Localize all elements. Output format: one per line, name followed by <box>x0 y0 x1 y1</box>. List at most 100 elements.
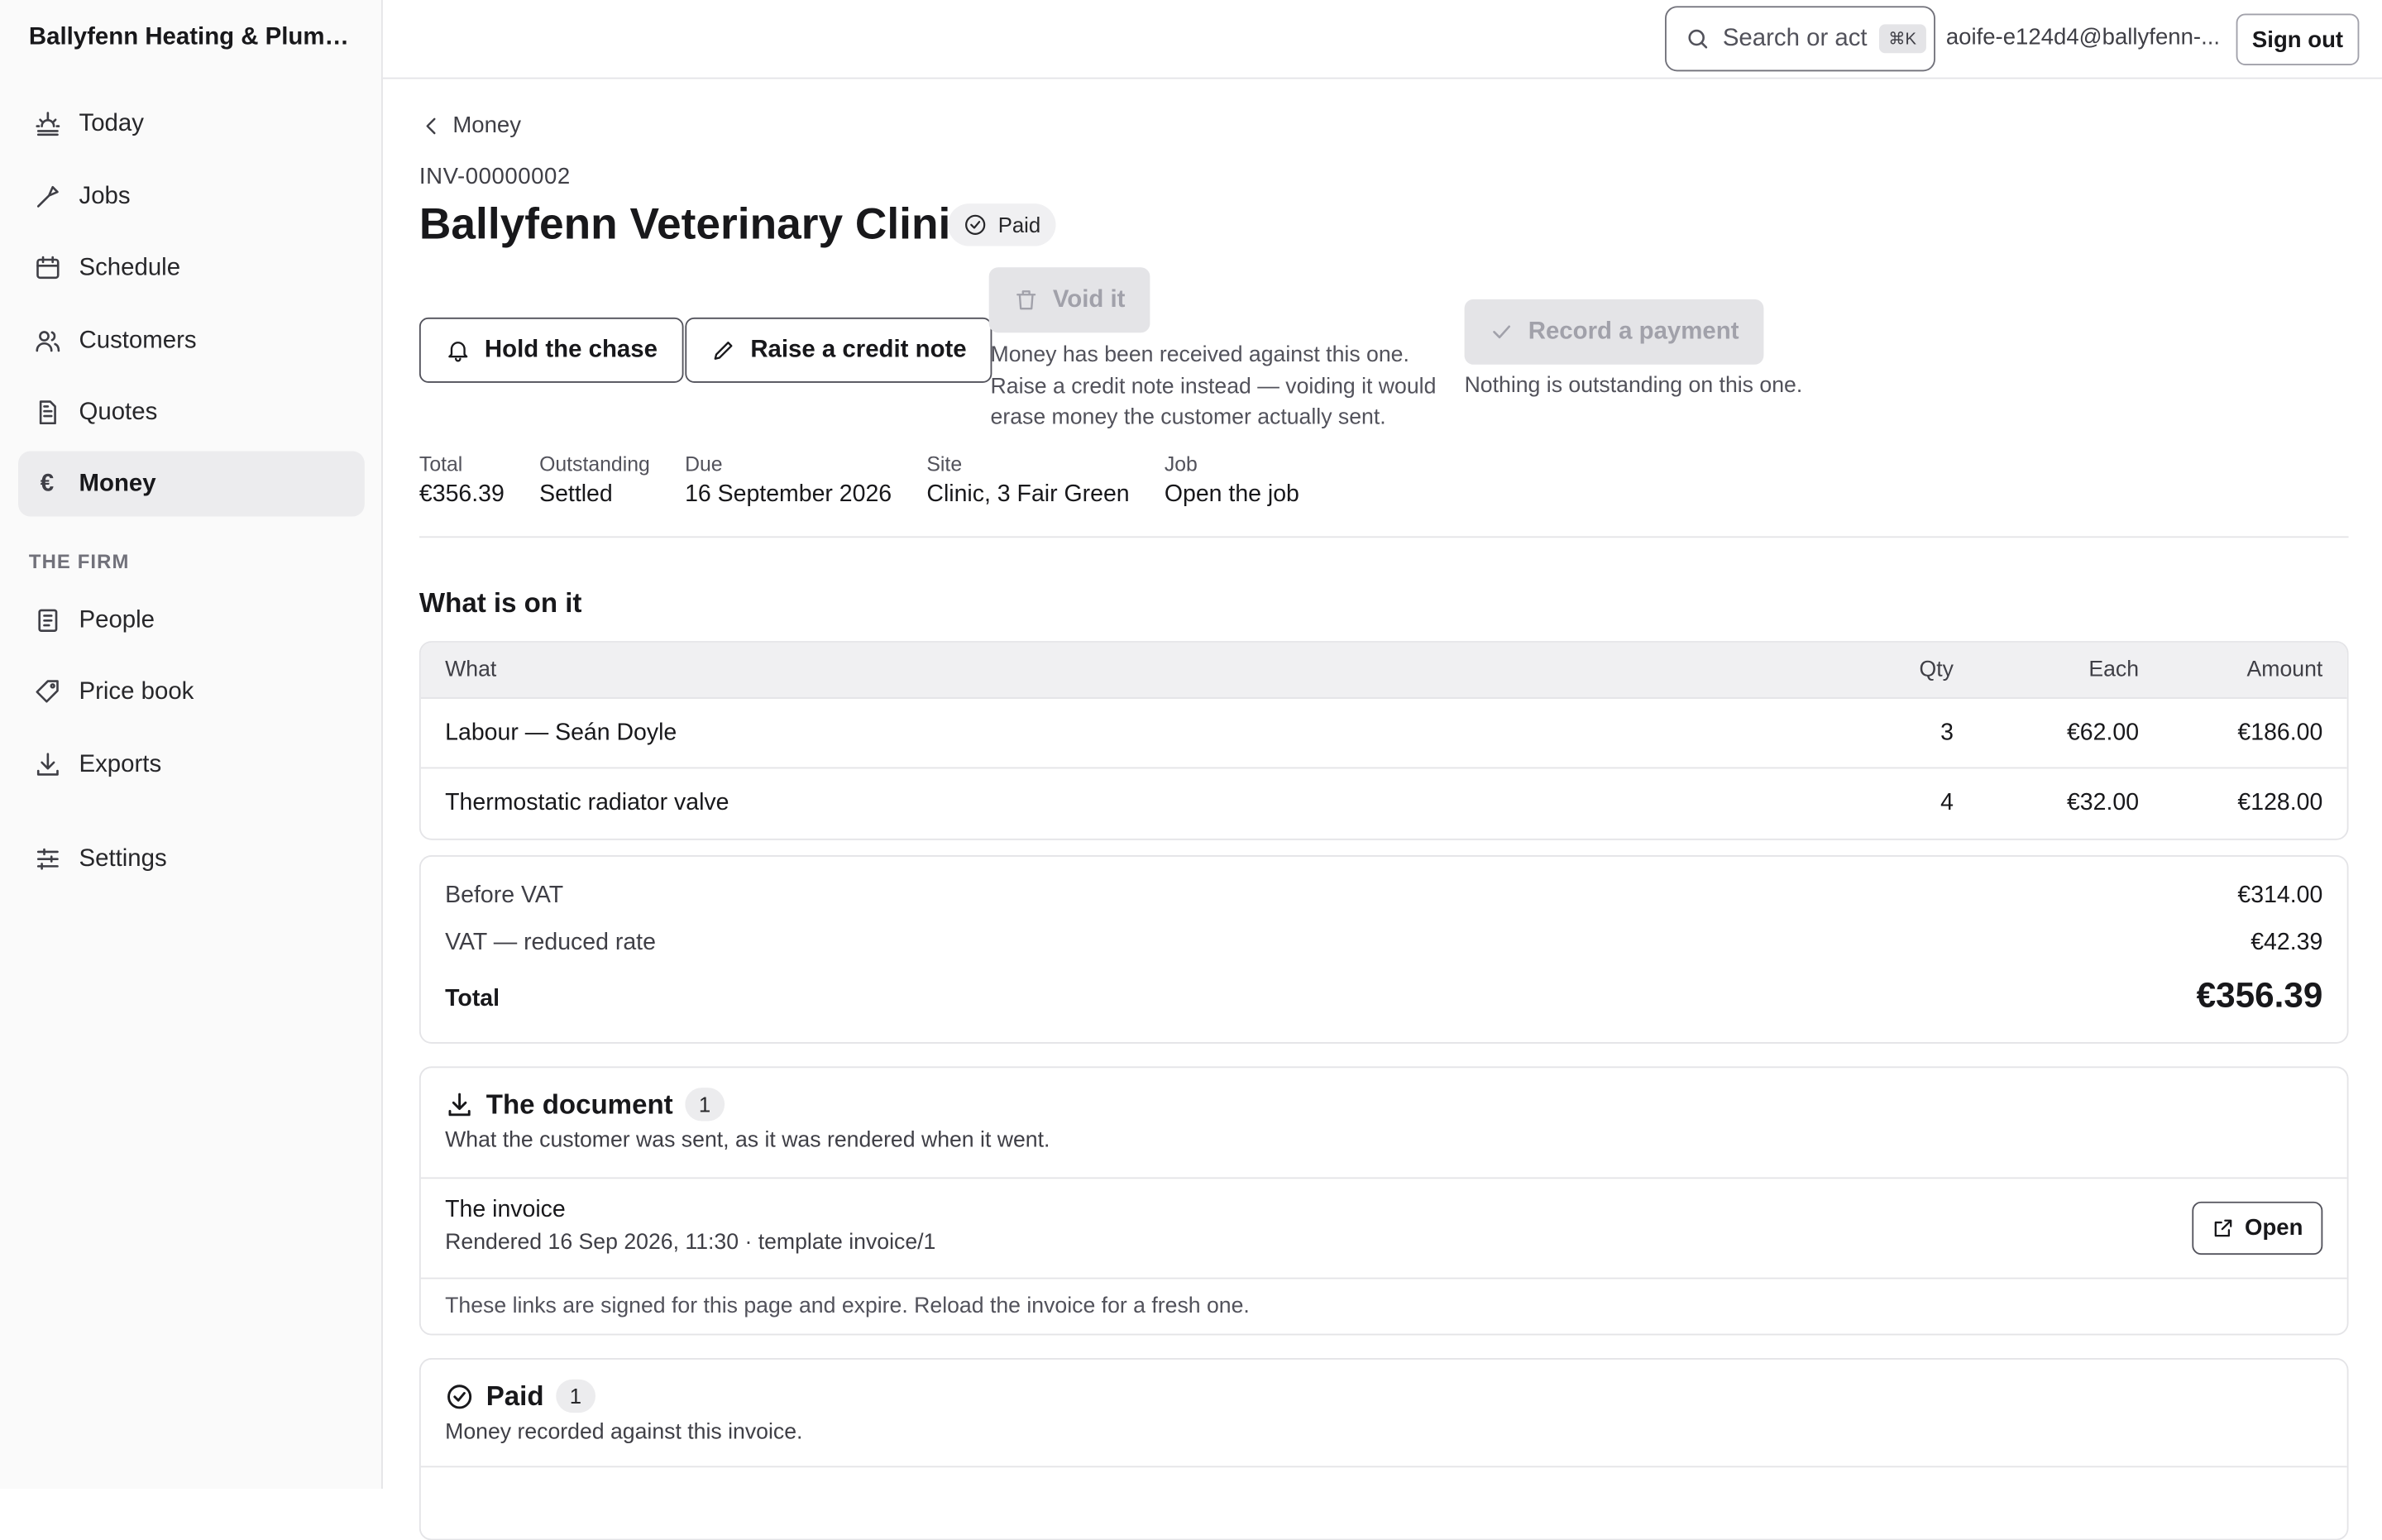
notebook-icon <box>32 605 63 636</box>
sidebar-item-label: Customers <box>79 327 197 354</box>
record-payment-label: Record a payment <box>1528 318 1739 345</box>
meta-site: Site Clinic, 3 Fair Green <box>926 452 1129 509</box>
sidebar-item-label: Exports <box>79 751 162 777</box>
void-label: Void it <box>1052 286 1126 313</box>
void-help-line: Money has been received against this one… <box>990 343 1409 368</box>
section-label-firm: THE FIRM <box>28 549 130 573</box>
hold-chase-label: Hold the chase <box>484 336 658 363</box>
cell-qty: 3 <box>1940 719 1954 745</box>
count-badge: 1 <box>685 1088 725 1122</box>
euro-icon: € <box>40 470 55 496</box>
download-icon <box>448 1092 471 1116</box>
grand-total-label: Total <box>445 986 500 1012</box>
calendar-icon <box>32 253 63 284</box>
cell-what: Thermostatic radiator valve <box>445 790 729 816</box>
meta-label: Due <box>685 452 723 476</box>
search-shortcut: ⌘K <box>1879 24 1926 54</box>
sidebar-item-schedule[interactable]: Schedule <box>18 236 365 301</box>
void-help-text: Money has been received against this one… <box>991 340 1437 433</box>
invoice-number: INV-00000002 <box>419 164 571 190</box>
sidebar-item-exports[interactable]: Exports <box>18 732 365 797</box>
document-card-title: The document <box>485 1088 673 1119</box>
sidebar-item-label: People <box>79 606 155 633</box>
count-badge: 1 <box>556 1379 596 1413</box>
cell-what: Labour — Seán Doyle <box>445 719 677 745</box>
sidebar-item-label: Price book <box>79 678 194 705</box>
sidebar-item-customers[interactable]: Customers <box>18 308 365 374</box>
vat-value: €42.39 <box>2250 930 2323 956</box>
status-badge: Paid <box>948 203 1056 246</box>
meta-total: Total €356.39 <box>419 452 505 509</box>
paid-card-subtitle: Money recorded against this invoice. <box>445 1420 803 1445</box>
cell-each: €62.00 <box>2066 719 2140 745</box>
back-link[interactable]: Money <box>419 112 521 138</box>
users-icon <box>32 326 63 356</box>
before-vat-value: €314.00 <box>2237 882 2323 909</box>
cell-amount: €128.00 <box>2237 790 2323 816</box>
sign-out-button[interactable]: Sign out <box>2236 13 2360 65</box>
document-icon <box>32 397 63 428</box>
document-item-title: The invoice <box>445 1197 566 1223</box>
table-header: What Qty Each Amount <box>420 642 2347 699</box>
vat-label: VAT — reduced rate <box>445 930 656 956</box>
open-document-button[interactable]: Open <box>2191 1201 2323 1255</box>
paid-card: Paid 1 Money recorded against this invoi… <box>419 1358 2349 1540</box>
document-footnote: These links are signed for this page and… <box>445 1294 1250 1319</box>
divider <box>420 1466 2347 1468</box>
sliders-icon <box>32 844 63 874</box>
sidebar-item-label: Money <box>79 470 156 496</box>
meta-value: €356.39 <box>419 481 505 508</box>
sidebar: Ballyfenn Heating & Plumbi... Today Jobs… <box>0 0 383 1489</box>
meta-job: Job Open the job <box>1165 452 1299 509</box>
void-button[interactable]: Void it <box>988 267 1150 333</box>
sidebar-item-label: Today <box>79 110 144 136</box>
sidebar-item-settings[interactable]: Settings <box>18 826 365 892</box>
tag-icon <box>32 677 63 707</box>
totals-card: Before VAT €314.00 VAT — reduced rate €4… <box>419 855 2349 1044</box>
chevron-left-icon <box>426 117 436 134</box>
meta-due: Due 16 September 2026 <box>685 452 892 509</box>
check-circle-icon <box>965 214 986 235</box>
divider <box>420 1277 2347 1279</box>
sidebar-item-quotes[interactable]: Quotes <box>18 380 365 445</box>
column-header-amount: Amount <box>2246 658 2323 682</box>
cell-amount: €186.00 <box>2237 719 2323 745</box>
cell-each: €32.00 <box>2066 790 2140 816</box>
invoice-meta: Total €356.39 Outstanding Settled Due 16… <box>419 452 1334 509</box>
status-badge-label: Paid <box>997 213 1041 237</box>
paid-card-title: Paid <box>485 1380 544 1411</box>
void-help-line: Raise a credit note instead — voiding it… <box>990 374 1437 399</box>
sidebar-item-today[interactable]: Today <box>18 91 365 156</box>
sidebar-item-label: Schedule <box>79 254 181 280</box>
record-payment-help: Nothing is outstanding on this one. <box>1464 373 1803 399</box>
record-payment-button[interactable]: Record a payment <box>1464 299 1763 365</box>
back-link-label: Money <box>452 112 522 139</box>
brand-name[interactable]: Ballyfenn Heating & Plumbi... <box>29 24 363 51</box>
sidebar-item-price-book[interactable]: Price book <box>18 659 365 725</box>
paid-card-header: Paid 1 <box>445 1379 596 1413</box>
sidebar-item-jobs[interactable]: Jobs <box>18 164 365 229</box>
search-button[interactable]: Search or act ⌘K <box>1665 6 1935 72</box>
document-card-subtitle: What the customer was sent, as it was re… <box>445 1128 1050 1154</box>
check-icon <box>1493 325 1510 339</box>
sidebar-item-label: Settings <box>79 845 167 872</box>
open-document-label: Open <box>2245 1215 2303 1241</box>
trash-icon <box>1016 290 1036 310</box>
meta-label: Site <box>926 452 963 476</box>
top-bar: Search or act ⌘K aoife-e124d4@ballyfenn-… <box>382 0 2382 79</box>
check-circle-icon <box>447 1384 472 1408</box>
document-card-header: The document 1 <box>445 1088 725 1122</box>
column-header-each: Each <box>2088 658 2140 682</box>
pencil-icon <box>714 342 733 360</box>
credit-note-button[interactable]: Raise a credit note <box>685 317 992 383</box>
page-title: Ballyfenn Veterinary Clinic <box>419 200 975 250</box>
meta-value: Clinic, 3 Fair Green <box>926 481 1130 508</box>
divider <box>420 1177 2347 1179</box>
sidebar-item-money[interactable]: € Money <box>18 451 365 517</box>
sidebar-item-people[interactable]: People <box>18 588 365 653</box>
open-job-link[interactable]: Open the job <box>1165 481 1299 509</box>
bell-icon <box>448 342 468 362</box>
hold-chase-button[interactable]: Hold the chase <box>419 317 684 383</box>
sidebar-item-label: Quotes <box>79 399 158 425</box>
user-email: aoife-e124d4@ballyfenn-... <box>1945 24 2221 50</box>
